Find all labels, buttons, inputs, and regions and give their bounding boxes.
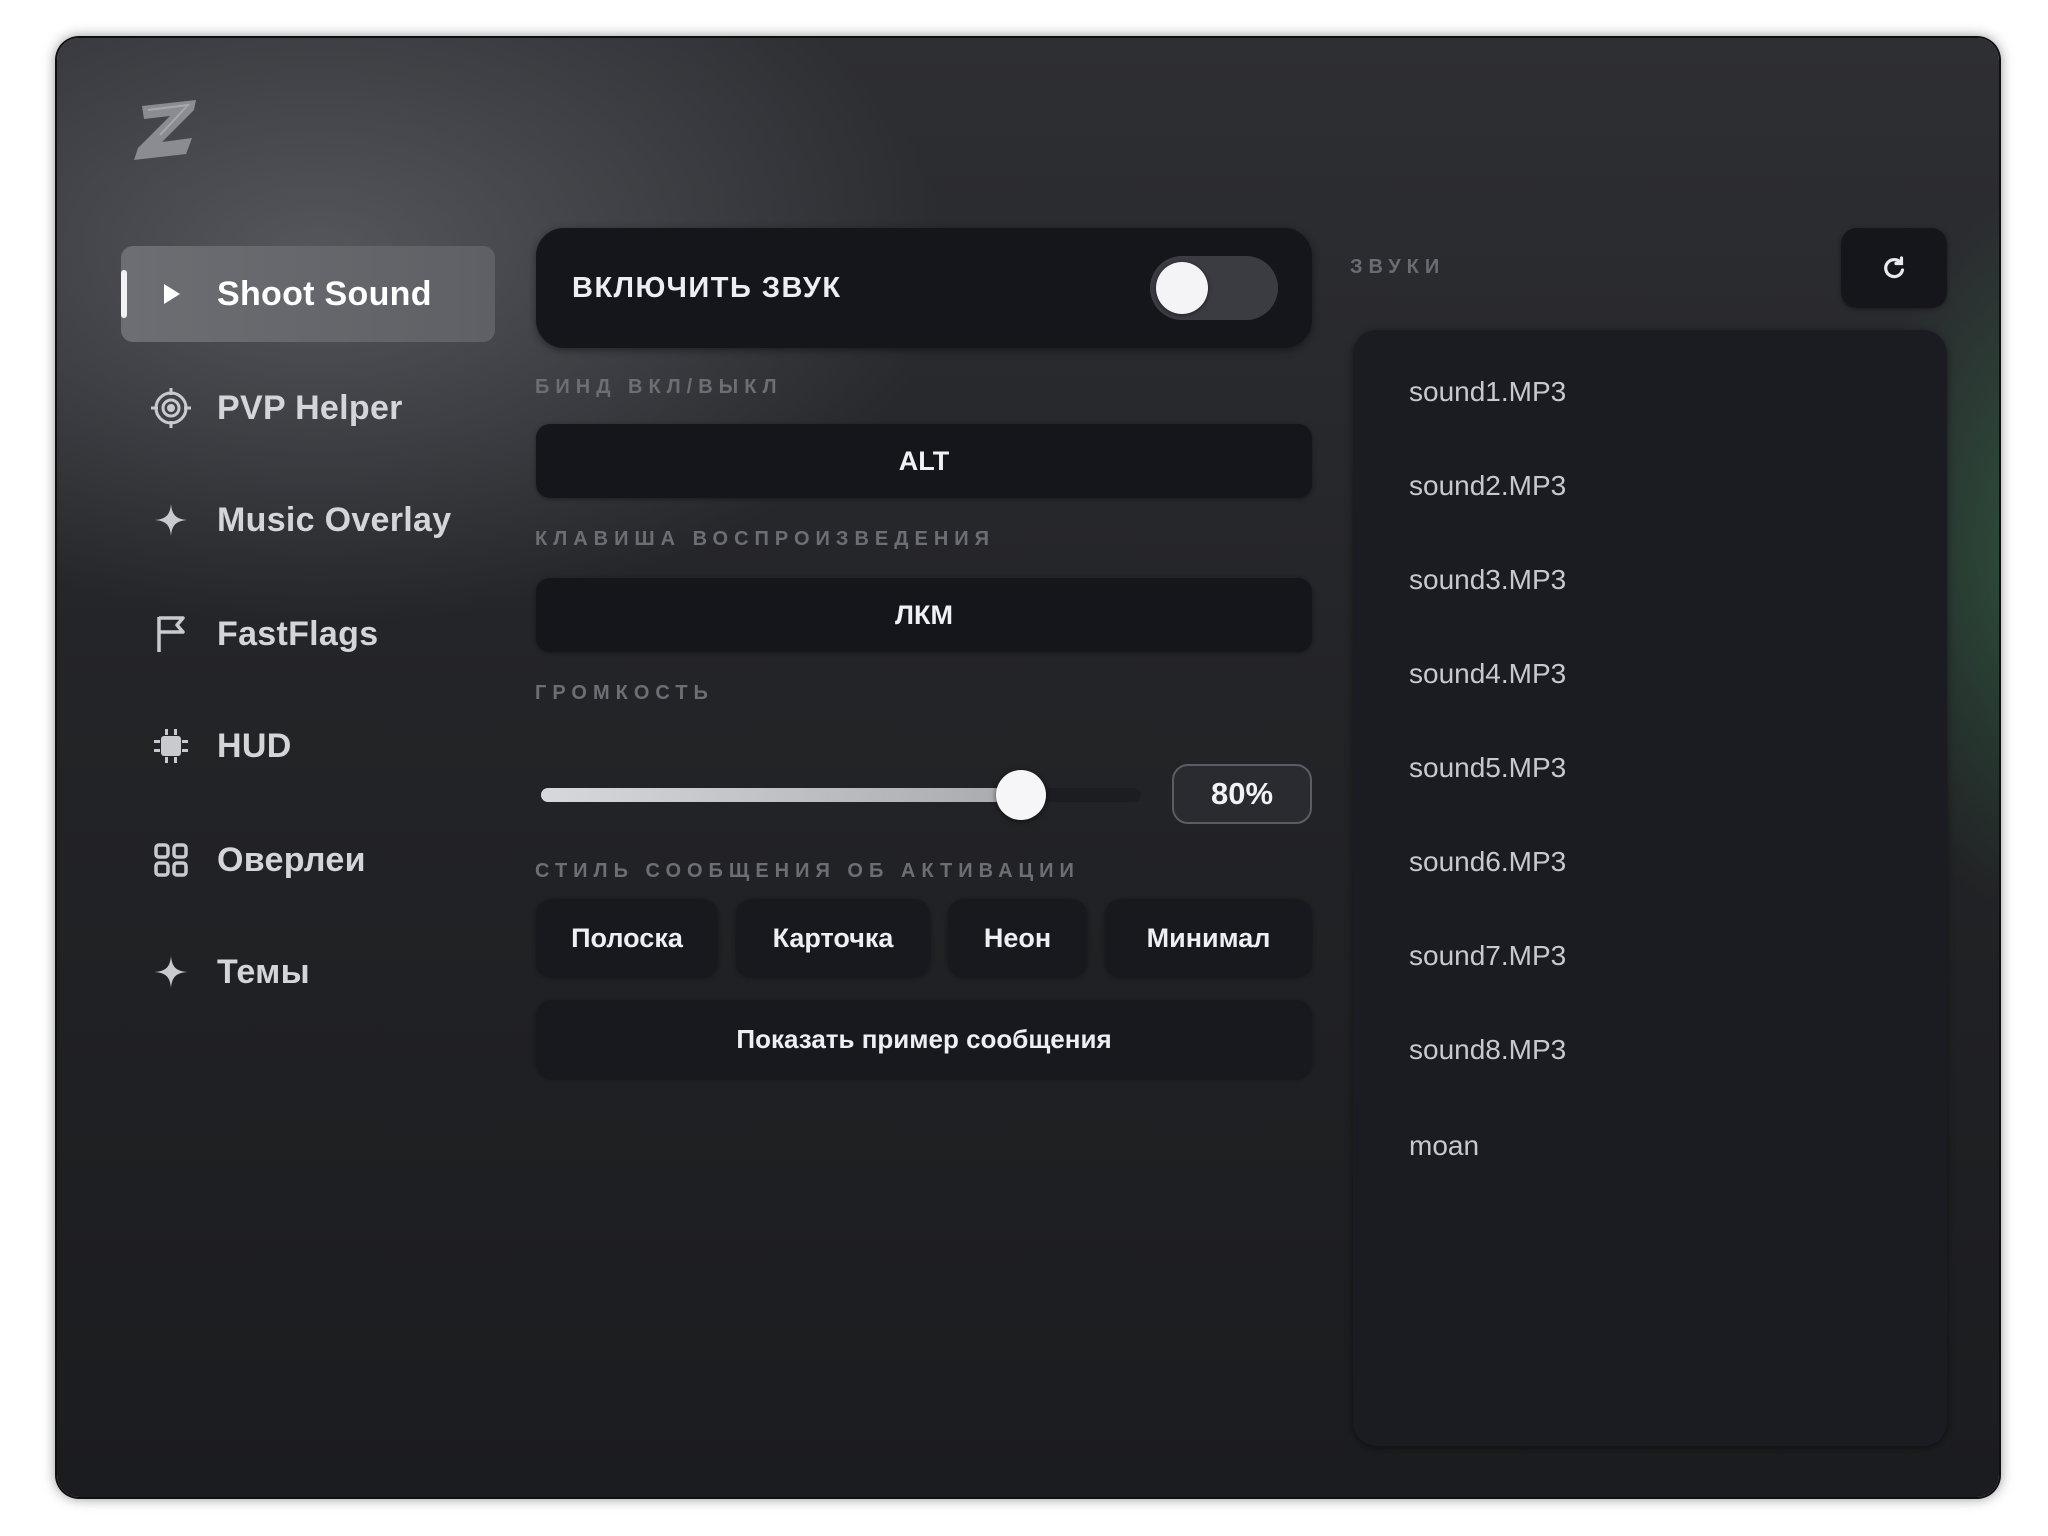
enable-sound-toggle[interactable] xyxy=(1150,256,1278,320)
refresh-icon xyxy=(1884,256,1905,279)
play-key-button[interactable]: ЛКМ xyxy=(536,578,1312,652)
sound-list-item[interactable]: sound1.MP3 xyxy=(1369,356,1931,428)
sidebar-item-music-overlay[interactable]: Music Overlay xyxy=(121,472,495,568)
slider-fill xyxy=(541,788,1021,802)
sidebar-item-label: PVP Helper xyxy=(217,388,403,427)
crosshair-icon xyxy=(149,386,193,430)
sidebar-item-label: Темы xyxy=(217,952,310,991)
toggle-knob xyxy=(1156,262,1208,314)
sound-list-item[interactable]: sound3.MP3 xyxy=(1369,544,1931,616)
sound-list-item[interactable]: sound2.MP3 xyxy=(1369,450,1931,522)
sounds-label: ЗВУКИ xyxy=(1350,256,1446,278)
sidebar-item-themes[interactable]: Темы xyxy=(121,924,495,1020)
sound-list-item[interactable]: sound5.MP3 xyxy=(1369,732,1931,804)
flag-icon xyxy=(149,612,193,656)
sound-list: sound1.MP3 sound2.MP3 sound3.MP3 sound4.… xyxy=(1353,330,1947,1446)
volume-value-field[interactable]: 80% xyxy=(1172,764,1312,824)
style-option-minimal[interactable]: Минимал xyxy=(1105,899,1312,977)
sound-list-item[interactable]: sound8.MP3 xyxy=(1369,1014,1931,1086)
volume-label: ГРОМКОСТЬ xyxy=(535,682,714,704)
activation-style-label: СТИЛЬ СООБЩЕНИЯ ОБ АКТИВАЦИИ xyxy=(535,860,1080,882)
style-option-neon[interactable]: Неон xyxy=(948,899,1087,977)
sound-list-item[interactable]: sound6.MP3 xyxy=(1369,826,1931,898)
play-key-label: КЛАВИША ВОСПРОИЗВЕДЕНИЯ xyxy=(535,528,996,550)
sound-list-item[interactable]: sound4.MP3 xyxy=(1369,638,1931,710)
play-icon xyxy=(149,272,193,316)
slider-thumb[interactable] xyxy=(996,770,1046,820)
sidebar-item-label: FastFlags xyxy=(217,614,379,653)
refresh-button[interactable] xyxy=(1841,228,1947,308)
sidebar-item-pvp-helper[interactable]: PVP Helper xyxy=(121,360,495,456)
sidebar-item-shoot-sound[interactable]: Shoot Sound xyxy=(121,246,495,342)
volume-slider[interactable] xyxy=(541,770,1141,820)
sparkle-icon xyxy=(149,950,193,994)
show-preview-button[interactable]: Показать пример сообщения xyxy=(536,1000,1312,1078)
bind-key-button[interactable]: ALT xyxy=(536,424,1312,498)
style-option-card[interactable]: Карточка xyxy=(736,899,930,977)
sidebar-item-label: Оверлеи xyxy=(217,840,366,879)
logo xyxy=(134,100,196,160)
sidebar-item-label: Shoot Sound xyxy=(217,274,432,313)
app-window: Shoot Sound PVP Helper Music Overlay Fas… xyxy=(57,38,1999,1497)
sidebar-item-label: Music Overlay xyxy=(217,500,452,539)
bind-label: БИНД ВКЛ/ВЫКЛ xyxy=(535,376,783,398)
enable-sound-card: ВКЛЮЧИТЬ ЗВУК xyxy=(536,228,1312,348)
style-option-strip[interactable]: Полоска xyxy=(536,899,718,977)
sidebar-item-overlays[interactable]: Оверлеи xyxy=(121,812,495,908)
sidebar-item-label: HUD xyxy=(217,726,292,765)
grid-icon xyxy=(149,838,193,882)
sidebar-item-hud[interactable]: HUD xyxy=(121,698,495,794)
chip-icon xyxy=(149,724,193,768)
sound-list-item[interactable]: moan xyxy=(1369,1110,1931,1182)
sound-list-item[interactable]: sound7.MP3 xyxy=(1369,920,1931,992)
enable-sound-label: ВКЛЮЧИТЬ ЗВУК xyxy=(572,272,842,304)
sparkle-icon xyxy=(149,498,193,542)
sidebar-item-fastflags[interactable]: FastFlags xyxy=(121,586,495,682)
